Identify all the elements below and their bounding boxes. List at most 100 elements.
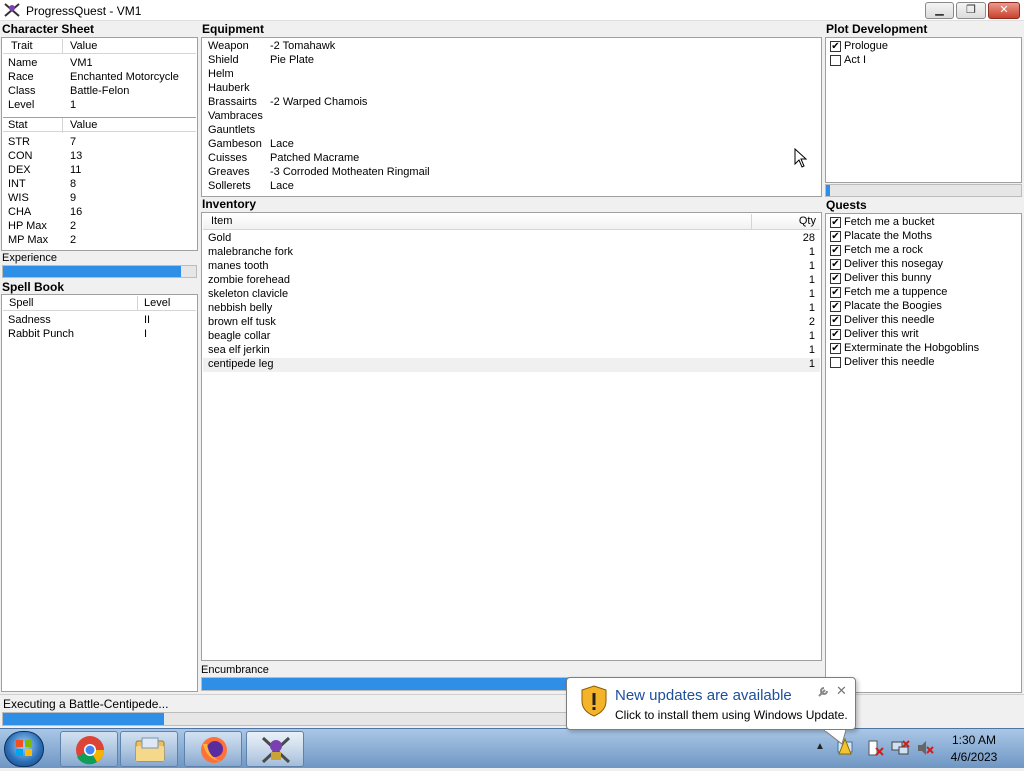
experience-progress-fill bbox=[3, 266, 181, 277]
quest-item-checkbox[interactable] bbox=[830, 287, 841, 298]
inventory-row[interactable]: skeleton clavicle 1 bbox=[203, 288, 820, 302]
window-title: ProgressQuest - VM1 bbox=[26, 4, 142, 18]
settings-wrench-icon[interactable] bbox=[817, 686, 829, 698]
clock-date[interactable]: 4/6/2023 bbox=[944, 750, 1004, 764]
quest-item-label: Deliver this nosegay bbox=[844, 258, 944, 270]
clock-time[interactable]: 1:30 AM bbox=[944, 733, 1004, 747]
plot-act-label: Act I bbox=[844, 54, 867, 66]
equipment-row[interactable]: Weapon -2 Tomahawk bbox=[203, 40, 820, 54]
inventory-row[interactable]: sea elf jerkin 1 bbox=[203, 344, 820, 358]
inventory-row[interactable]: zombie forehead 1 bbox=[203, 274, 820, 288]
maximize-button[interactable]: ❐ bbox=[956, 2, 986, 19]
quest-item[interactable]: Exterminate the Hobgoblins bbox=[827, 342, 1020, 356]
inventory-row[interactable]: beagle collar 1 bbox=[203, 330, 820, 344]
inventory-row[interactable]: brown elf tusk 2 bbox=[203, 316, 820, 330]
volume-icon[interactable] bbox=[916, 739, 934, 757]
trait-column-header[interactable]: Trait bbox=[11, 40, 33, 52]
inventory-item-qty: 1 bbox=[808, 302, 815, 314]
plot-act-checkbox[interactable] bbox=[830, 41, 841, 52]
quest-item[interactable]: Deliver this needle bbox=[827, 356, 1020, 370]
quest-item-checkbox[interactable] bbox=[830, 259, 841, 270]
equipment-row[interactable]: Hauberk bbox=[203, 82, 820, 96]
quest-item[interactable]: Placate the Boogies bbox=[827, 300, 1020, 314]
quest-item-checkbox[interactable] bbox=[830, 273, 841, 284]
quest-item[interactable]: Fetch me a rock bbox=[827, 244, 1020, 258]
quest-item[interactable]: Deliver this writ bbox=[827, 328, 1020, 342]
trait-row[interactable]: Class Battle-Felon bbox=[3, 85, 196, 99]
spell-row[interactable]: Sadness II bbox=[3, 314, 196, 328]
quest-item[interactable]: Deliver this needle bbox=[827, 314, 1020, 328]
equipment-row[interactable]: Gambeson Lace bbox=[203, 138, 820, 152]
equipment-row[interactable]: Gauntlets bbox=[203, 124, 820, 138]
level-column-header[interactable]: Level bbox=[144, 297, 170, 309]
inventory-row[interactable]: nebbish belly 1 bbox=[203, 302, 820, 316]
stat-row[interactable]: STR 7 bbox=[3, 136, 196, 150]
item-column-header[interactable]: Item bbox=[211, 215, 232, 227]
equipment-row[interactable]: Vambraces bbox=[203, 110, 820, 124]
quest-item-checkbox[interactable] bbox=[830, 357, 841, 368]
stat-row[interactable]: MP Max 2 bbox=[3, 234, 196, 248]
stat-row[interactable]: CHA 16 bbox=[3, 206, 196, 220]
quest-item[interactable]: Deliver this bunny bbox=[827, 272, 1020, 286]
plot-development-panel: Prologue Act I bbox=[825, 37, 1022, 183]
inventory-row[interactable]: Gold 28 bbox=[203, 232, 820, 246]
inventory-row[interactable]: manes tooth 1 bbox=[203, 260, 820, 274]
value-column-header[interactable]: Value bbox=[70, 40, 97, 52]
equipment-row[interactable]: Cuisses Patched Macrame bbox=[203, 152, 820, 166]
plot-progress-fill bbox=[826, 185, 830, 196]
trait-row[interactable]: Name VM1 bbox=[3, 57, 196, 71]
plot-act[interactable]: Act I bbox=[827, 54, 1020, 68]
stat-column-header[interactable]: Stat bbox=[8, 119, 28, 131]
equipment-row[interactable]: Shield Pie Plate bbox=[203, 54, 820, 68]
stat-row[interactable]: WIS 9 bbox=[3, 192, 196, 206]
quest-item-checkbox[interactable] bbox=[830, 343, 841, 354]
quest-item-checkbox[interactable] bbox=[830, 329, 841, 340]
equipment-row[interactable]: Helm bbox=[203, 68, 820, 82]
equipment-row-value: Patched Macrame bbox=[270, 152, 360, 164]
spell-column-header[interactable]: Spell bbox=[9, 297, 33, 309]
plot-act[interactable]: Prologue bbox=[827, 40, 1020, 54]
notification-close-icon[interactable]: ✕ bbox=[836, 683, 847, 699]
quest-item[interactable]: Placate the Moths bbox=[827, 230, 1020, 244]
action-center-icon[interactable] bbox=[866, 739, 884, 757]
stat-row-value: 13 bbox=[70, 150, 83, 162]
stat-value-column-header[interactable]: Value bbox=[70, 119, 97, 131]
inventory-row[interactable]: centipede leg 1 bbox=[203, 358, 820, 372]
qty-column-header[interactable]: Qty bbox=[799, 215, 816, 227]
plot-progress-bar bbox=[825, 184, 1022, 197]
start-button[interactable] bbox=[4, 731, 44, 767]
equipment-row[interactable]: Brassairts -2 Warped Chamois bbox=[203, 96, 820, 110]
quest-item-checkbox[interactable] bbox=[830, 217, 841, 228]
equipment-row[interactable]: Sollerets Lace bbox=[203, 180, 820, 194]
stat-row[interactable]: DEX 11 bbox=[3, 164, 196, 178]
network-icon[interactable] bbox=[890, 739, 910, 757]
equipment-row[interactable]: Greaves -3 Corroded Motheaten Ringmail bbox=[203, 166, 820, 180]
stat-row[interactable]: HP Max 2 bbox=[3, 220, 196, 234]
trait-row[interactable]: Race Enchanted Motorcycle bbox=[3, 71, 196, 85]
quest-item[interactable]: Deliver this nosegay bbox=[827, 258, 1020, 272]
quest-item-checkbox[interactable] bbox=[830, 301, 841, 312]
stat-row[interactable]: CON 13 bbox=[3, 150, 196, 164]
stat-row[interactable]: INT 8 bbox=[3, 178, 196, 192]
trait-row[interactable]: Level 1 bbox=[3, 99, 196, 113]
quest-item-checkbox[interactable] bbox=[830, 245, 841, 256]
explorer-taskbar-button[interactable] bbox=[120, 731, 178, 767]
chrome-taskbar-button[interactable] bbox=[60, 731, 118, 767]
quest-item[interactable]: Fetch me a tuppence bbox=[827, 286, 1020, 300]
status-bar: Executing a Battle-Centipede... bbox=[0, 694, 1024, 728]
stat-header: Stat Value bbox=[3, 117, 196, 133]
quest-item-label: Fetch me a tuppence bbox=[844, 286, 948, 298]
quest-item-checkbox[interactable] bbox=[830, 315, 841, 326]
spell-row[interactable]: Rabbit Punch I bbox=[3, 328, 196, 342]
quest-item-checkbox[interactable] bbox=[830, 231, 841, 242]
firefox-taskbar-button[interactable] bbox=[184, 731, 242, 767]
close-button[interactable]: ✕ bbox=[988, 2, 1020, 19]
plot-act-checkbox[interactable] bbox=[830, 55, 841, 66]
progressquest-taskbar-button[interactable] bbox=[246, 731, 304, 767]
quest-item[interactable]: Fetch me a bucket bbox=[827, 216, 1020, 230]
minimize-button[interactable]: ▁ bbox=[925, 2, 954, 19]
inventory-row[interactable]: malebranche fork 1 bbox=[203, 246, 820, 260]
inventory-item-qty: 1 bbox=[808, 330, 815, 342]
firefox-icon bbox=[201, 737, 227, 763]
update-notification[interactable]: New updates are available Click to insta… bbox=[566, 677, 856, 745]
